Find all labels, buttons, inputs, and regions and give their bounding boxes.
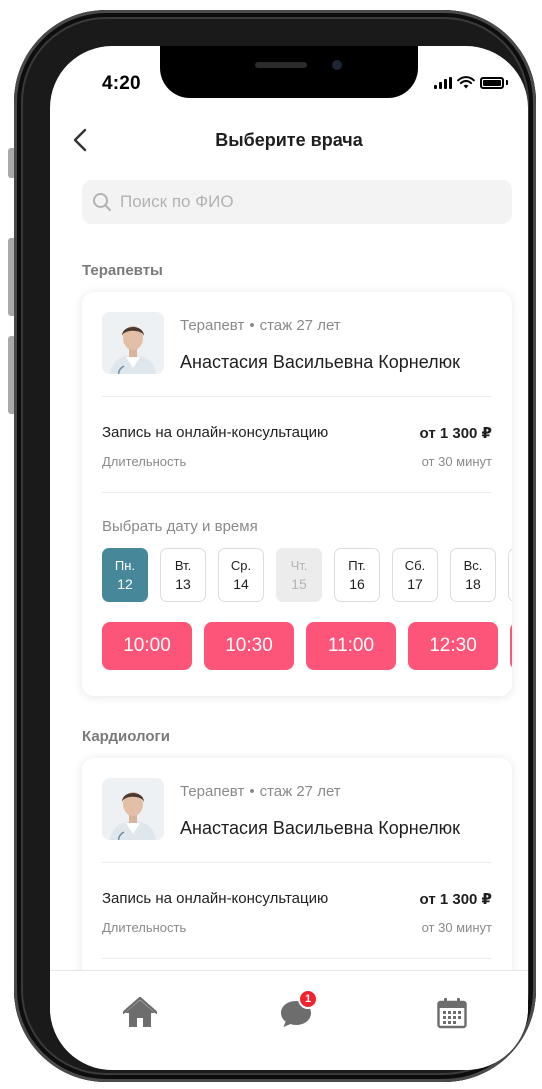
status-time: 4:20 [102,73,141,94]
day-chip[interactable]: Вт. 13 [160,548,206,602]
divider [102,492,492,493]
doctor-experience: стаж 27 лет [259,317,341,334]
choose-datetime-label: Выбрать дату и время [102,518,258,535]
time-slots: 10:00 10:30 11:00 12:30 [102,622,512,670]
doctor-avatar [102,312,164,374]
day-chip[interactable]: Вс. 18 [450,548,496,602]
time-slot-button-partial[interactable] [510,622,512,670]
doctor-name: Анастасия Васильевна Корнелюк [180,818,461,838]
tab-calendar[interactable] [432,993,472,1033]
day-weekday: Вс. [463,558,483,573]
day-chip[interactable]: Ср. 14 [218,548,264,602]
divider [102,396,492,397]
duration-value: от 30 минут [421,920,492,935]
day-date: 16 [349,576,365,592]
duration-value: от 30 минут [421,454,492,469]
battery-icon [480,76,504,89]
speaker [255,62,307,68]
front-camera [332,60,342,70]
section-title-therapists: Терапевты [82,262,163,279]
day-weekday: Пт. [348,558,366,573]
search-icon [93,193,111,211]
time-slot-button[interactable]: 10:00 [102,622,192,670]
day-date: 18 [465,576,481,592]
signal-icon [434,76,452,89]
day-chip[interactable]: Пт. 16 [334,548,380,602]
doctor-experience: стаж 27 лет [259,783,341,800]
battery-tip [506,80,508,85]
tab-home[interactable] [120,993,160,1033]
home-icon [123,997,157,1027]
duration-label: Длительность [102,920,187,935]
day-weekday: Ср. [230,558,252,573]
doctor-name: Анастасия Васильевна Корнелюк [180,352,461,372]
day-weekday: Пн. [114,558,136,573]
page-title: Выберите врача [215,130,363,150]
service-price: от 1 300 ₽ [419,425,492,442]
status-icons [434,76,508,89]
calendar-icon [437,998,467,1029]
day-weekday: Сб. [404,558,426,573]
service-price: от 1 300 ₽ [419,891,492,908]
phone-frame: 4:20 Выберите врача Поиск по ФИО Терапев… [14,10,536,1082]
doctor-avatar [102,778,164,840]
time-slot-button[interactable]: 10:30 [204,622,294,670]
doctor-meta: Терапевт • стаж 27 лет [180,317,341,334]
duration-label: Длительность [102,454,187,469]
day-chip-partial[interactable] [508,548,512,602]
day-chip-selected[interactable]: Пн. 12 [102,548,148,602]
day-date: 17 [407,576,423,592]
tab-chat[interactable]: 1 [276,989,318,1033]
day-date: 14 [233,576,249,592]
section-title-cardiologists: Кардиологи [82,728,170,745]
day-weekday: Чт. [290,558,308,573]
day-weekday: Вт. [174,558,192,573]
meta-dot: • [249,317,255,334]
doctor-meta: Терапевт • стаж 27 лет [180,783,341,800]
doctor-card[interactable]: Терапевт • стаж 27 лет Анастасия Васильевн… [82,292,512,696]
day-chip[interactable]: Сб. 17 [392,548,438,602]
day-date: 12 [117,576,133,592]
notification-badge: 1 [298,989,318,1009]
day-picker: Пн. 12 Вт. 13 Ср. 14 Чт. 15 Пт. 16 Сб. 17 Вс. 1… [102,548,512,602]
doctor-specialty: Терапевт [180,317,245,334]
day-chip-disabled: Чт. 15 [276,548,322,602]
service-label: Запись на онлайн-консультацию [102,890,329,907]
search-input[interactable] [120,192,490,212]
service-label: Запись на онлайн-консультацию [102,424,329,441]
notch [160,46,418,98]
header: Выберите врача [50,122,528,162]
meta-dot: • [249,783,255,800]
divider [102,958,492,959]
day-date: 15 [291,576,307,592]
day-date: 13 [175,576,191,592]
time-slot-button[interactable]: 11:00 [306,622,396,670]
screen: 4:20 Выберите врача Поиск по ФИО Терапев… [50,46,528,1070]
tab-bar: 1 [50,970,528,1070]
divider [102,862,492,863]
doctor-specialty: Терапевт [180,783,245,800]
search-bar[interactable] [82,180,512,224]
time-slot-button[interactable]: 12:30 [408,622,498,670]
wifi-icon [457,76,475,89]
